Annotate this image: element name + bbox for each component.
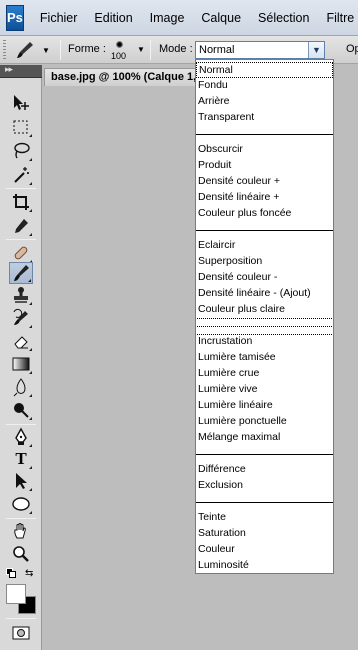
dropdown-separator [197, 318, 332, 319]
shape-tool-icon[interactable] [9, 493, 33, 515]
blend-mode-option[interactable]: Teinte [196, 510, 333, 526]
blend-mode-option[interactable]: Saturation [196, 526, 333, 542]
menu-filtre[interactable]: Filtre [326, 11, 354, 25]
blend-mode-value: Normal [199, 44, 235, 56]
default-colors-icon[interactable] [6, 568, 22, 580]
menu-image[interactable]: Image [150, 11, 185, 25]
gradient-tool-icon[interactable] [9, 353, 33, 375]
tool-preset-picker[interactable]: ▼ [14, 40, 54, 60]
blend-mode-option[interactable]: Densité couleur - [196, 270, 333, 286]
options-grip[interactable] [3, 40, 6, 60]
blend-mode-option[interactable]: Densité couleur + [196, 174, 333, 190]
blur-tool-icon[interactable] [9, 376, 33, 398]
menu-selection[interactable]: Sélection [258, 11, 309, 25]
blend-mode-option[interactable]: Densité linéaire + [196, 190, 333, 206]
blend-mode-option[interactable]: Obscurcir [196, 142, 333, 158]
divider [60, 40, 61, 60]
blend-mode-option[interactable]: Lumière crue [196, 366, 333, 382]
brush-tip-icon [116, 41, 123, 48]
blend-mode-option[interactable]: Lumière vive [196, 382, 333, 398]
tools-panel-header[interactable]: ▸▸ [0, 64, 42, 78]
blend-mode-option[interactable]: Lumière linéaire [196, 398, 333, 414]
blend-mode-option[interactable]: Luminosité [196, 558, 333, 574]
blend-mode-option[interactable]: Couleur plus claire [196, 302, 333, 318]
foreground-color-swatch[interactable] [6, 584, 26, 604]
brush-size-picker[interactable]: 100 [108, 38, 132, 62]
hand-tool-icon[interactable] [9, 520, 33, 542]
magic-wand-tool-icon[interactable] [9, 164, 33, 186]
dodge-tool-icon[interactable] [9, 399, 33, 421]
dropdown-separator [196, 454, 333, 455]
tools-panel: T ⇆ [0, 78, 42, 650]
lasso-tool-icon[interactable] [9, 140, 33, 162]
blend-mode-option[interactable]: Normal [196, 62, 333, 78]
brush-size-value: 100 [111, 51, 127, 61]
blend-mode-option[interactable]: Transparent [196, 110, 333, 126]
divider [6, 518, 36, 519]
history-brush-tool-icon[interactable] [9, 307, 33, 329]
divider [6, 618, 36, 619]
chevron-down-icon[interactable]: ▼ [308, 42, 324, 58]
brush-tool-icon[interactable] [9, 262, 33, 284]
dropdown-separator [196, 230, 333, 231]
blend-mode-option[interactable]: Densité linéaire - (Ajout) [196, 286, 333, 302]
divider [6, 188, 36, 189]
pen-tool-icon[interactable] [9, 426, 33, 448]
blend-mode-option[interactable]: Produit [196, 158, 333, 174]
blend-mode-option[interactable]: Exclusion [196, 478, 333, 494]
blend-mode-option[interactable]: Superposition [196, 254, 333, 270]
path-selection-tool-icon[interactable] [9, 470, 33, 492]
blend-mode-select[interactable]: Normal ▼ [195, 41, 325, 59]
divider [6, 239, 36, 240]
expand-icon[interactable]: ▸▸ [5, 64, 13, 75]
blend-mode-option[interactable]: Couleur plus foncée [196, 206, 333, 222]
healing-brush-tool-icon[interactable] [9, 242, 33, 264]
dropdown-separator [197, 334, 332, 335]
divider [150, 40, 151, 60]
blend-mode-option[interactable]: Couleur [196, 542, 333, 558]
eyedropper-tool-icon[interactable] [9, 215, 33, 237]
blend-mode-option[interactable]: Fondu [196, 78, 333, 94]
menu-fichier[interactable]: Fichier [40, 11, 78, 25]
marquee-tool-icon[interactable] [9, 116, 33, 138]
crop-tool-icon[interactable] [9, 191, 33, 213]
zoom-tool-icon[interactable] [9, 543, 33, 565]
blend-mode-option[interactable]: Eclaircir [196, 238, 333, 254]
quick-mask-icon[interactable] [9, 622, 33, 644]
forme-label: Forme : [68, 43, 106, 55]
eraser-tool-icon[interactable] [9, 330, 33, 352]
blend-mode-option[interactable]: Mélange maximal [196, 430, 333, 446]
blend-mode-option[interactable]: Lumière ponctuelle [196, 414, 333, 430]
blend-mode-option[interactable]: Différence [196, 462, 333, 478]
swap-colors-icon[interactable]: ⇆ [25, 568, 33, 579]
divider [6, 424, 36, 425]
chevron-down-icon: ▼ [42, 45, 50, 55]
brush-icon [17, 42, 33, 58]
menu-bar: Ps Fichier Edition Image Calque Sélectio… [0, 0, 358, 36]
dropdown-separator [197, 326, 332, 327]
opacity-label: Op [346, 43, 358, 55]
move-tool-icon[interactable] [9, 92, 33, 114]
chevron-down-icon[interactable]: ▼ [137, 45, 145, 54]
blend-mode-dropdown: Normal Fondu Arrière Transparent Obscurcir Pr… [195, 59, 334, 574]
photoshop-logo[interactable]: Ps [6, 4, 24, 31]
clone-stamp-tool-icon[interactable] [9, 284, 33, 306]
dropdown-separator [196, 134, 333, 135]
blend-mode-option[interactable]: Lumière tamisée [196, 350, 333, 366]
blend-mode-option[interactable]: Arrière [196, 94, 333, 110]
mode-label: Mode : [159, 43, 193, 55]
color-swatches [6, 584, 36, 616]
blend-mode-option[interactable]: Incrustation [196, 334, 333, 350]
document-tab[interactable]: base.jpg @ 100% (Calque 1, [44, 68, 196, 86]
dropdown-separator [196, 502, 333, 503]
menu-edition[interactable]: Edition [94, 11, 132, 25]
type-tool-icon[interactable]: T [9, 448, 33, 470]
menu-calque[interactable]: Calque [201, 11, 241, 25]
